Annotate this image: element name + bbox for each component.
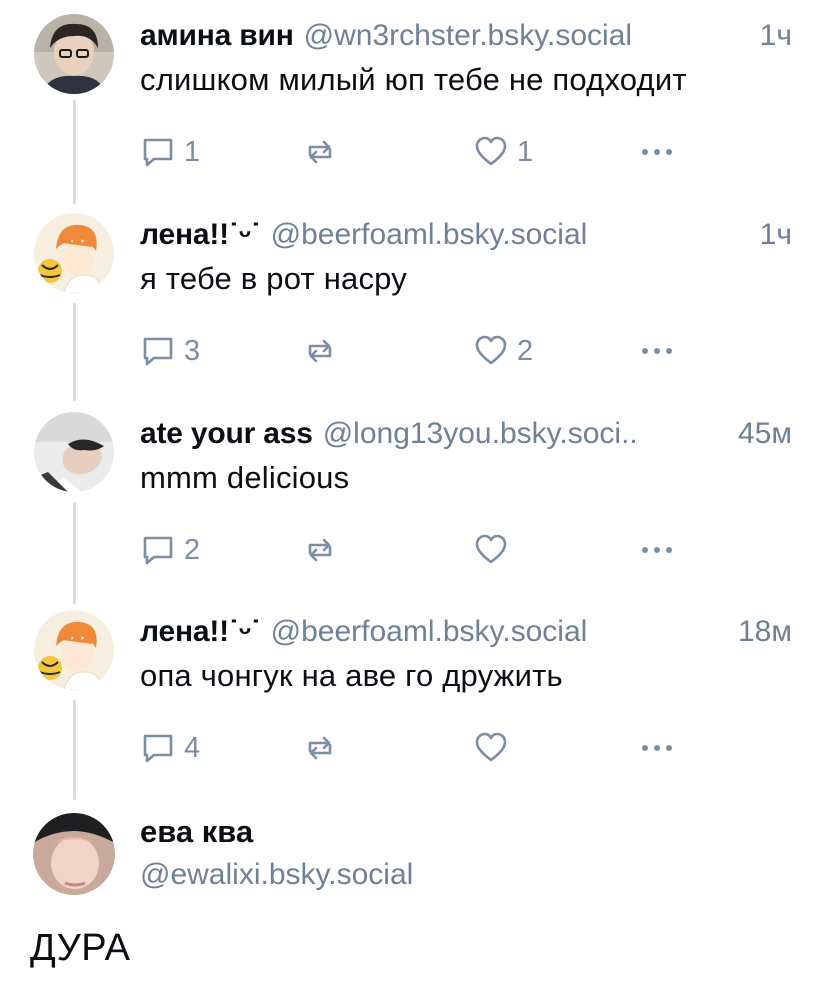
- speech-bubble-icon: [140, 533, 176, 567]
- post-text: ДУРА: [30, 927, 131, 969]
- avatar[interactable]: [34, 14, 114, 94]
- reply-count: 2: [184, 533, 201, 566]
- repost-arrows-icon: [302, 334, 338, 368]
- reply-count: 1: [184, 135, 201, 168]
- author-name[interactable]: ate your ass: [140, 417, 313, 451]
- speech-bubble-icon: [140, 731, 176, 765]
- reply-button[interactable]: 1: [140, 132, 200, 172]
- speech-bubble-icon: [140, 334, 176, 368]
- ellipsis-icon: [637, 142, 677, 162]
- avatar[interactable]: [33, 813, 115, 895]
- heart-outline-icon: [473, 533, 509, 567]
- more-options-button[interactable]: [637, 728, 677, 768]
- ellipsis-icon: [637, 341, 677, 361]
- more-options-button[interactable]: [637, 132, 677, 172]
- repost-button[interactable]: [302, 331, 338, 371]
- like-count: 2: [517, 334, 534, 367]
- post-header: лена!!˙ᵕ˙ @beerfoaml.bsky.social 1ч: [140, 213, 792, 257]
- author-name[interactable]: амина вин: [140, 19, 294, 53]
- reply-button[interactable]: 2: [140, 530, 200, 570]
- post-header: лена!!˙ᵕ˙ @beerfoaml.bsky.social 18м: [140, 610, 792, 654]
- heart-outline-icon: [473, 334, 509, 368]
- post-time: 1ч: [759, 19, 792, 52]
- author-handle[interactable]: @beerfoaml.bsky.social: [271, 218, 588, 252]
- post[interactable]: ate your ass @long13you.bsky.soci.. 45м …: [0, 412, 824, 592]
- author-name[interactable]: ева ква: [140, 814, 253, 850]
- author-handle[interactable]: @ewalixi.bsky.social: [140, 858, 413, 892]
- more-options-button[interactable]: [637, 530, 677, 570]
- avatar[interactable]: [34, 213, 114, 293]
- ellipsis-icon: [637, 540, 677, 560]
- avatar[interactable]: [34, 412, 114, 492]
- post-actions: 4: [140, 728, 680, 768]
- reply-button[interactable]: 4: [140, 728, 200, 768]
- like-button[interactable]: [473, 728, 517, 768]
- heart-outline-icon: [473, 731, 509, 765]
- post-actions: 3 2: [140, 331, 680, 371]
- post-text: слишком милый юп тебе не подходит: [140, 62, 687, 97]
- reply-count: 3: [184, 334, 201, 367]
- like-button[interactable]: 2: [473, 331, 533, 371]
- like-button[interactable]: 1: [473, 132, 533, 172]
- author-name[interactable]: лена!!˙ᵕ˙: [140, 615, 261, 649]
- repost-arrows-icon: [302, 135, 338, 169]
- post-text: mmm delicious: [140, 460, 350, 495]
- speech-bubble-icon: [140, 135, 176, 169]
- author-handle[interactable]: @wn3rchster.bsky.social: [304, 19, 632, 53]
- post-time: 1ч: [759, 218, 792, 251]
- post-actions: 1 1: [140, 132, 680, 172]
- post-time: 45м: [738, 417, 792, 450]
- post-header: ate your ass @long13you.bsky.soci.. 45м: [140, 412, 792, 456]
- post[interactable]: амина вин @wn3rchster.bsky.social 1ч сли…: [0, 14, 824, 194]
- post-actions: 2: [140, 530, 680, 570]
- author-handle[interactable]: @beerfoaml.bsky.social: [271, 615, 588, 649]
- post-header: амина вин @wn3rchster.bsky.social 1ч: [140, 14, 792, 58]
- avatar[interactable]: [34, 610, 114, 690]
- reply-button[interactable]: 3: [140, 331, 200, 371]
- like-count: 1: [517, 135, 534, 168]
- ellipsis-icon: [637, 738, 677, 758]
- more-options-button[interactable]: [637, 331, 677, 371]
- like-button[interactable]: [473, 530, 517, 570]
- post[interactable]: лена!!˙ᵕ˙ @beerfoaml.bsky.social 1ч я те…: [0, 213, 824, 393]
- reply-count: 4: [184, 731, 201, 764]
- repost-button[interactable]: [302, 530, 338, 570]
- heart-outline-icon: [473, 135, 509, 169]
- post-text: опа чонгук на аве го дружить: [140, 658, 563, 693]
- author-handle[interactable]: @long13you.bsky.soci..: [323, 417, 638, 451]
- repost-arrows-icon: [302, 731, 338, 765]
- post[interactable]: лена!!˙ᵕ˙ @beerfoaml.bsky.social 18м опа…: [0, 610, 824, 790]
- repost-button[interactable]: [302, 728, 338, 768]
- repost-arrows-icon: [302, 533, 338, 567]
- author-name[interactable]: лена!!˙ᵕ˙: [140, 218, 261, 252]
- post-text: я тебе в рот насру: [140, 261, 407, 296]
- repost-button[interactable]: [302, 132, 338, 172]
- post-time: 18м: [738, 615, 792, 648]
